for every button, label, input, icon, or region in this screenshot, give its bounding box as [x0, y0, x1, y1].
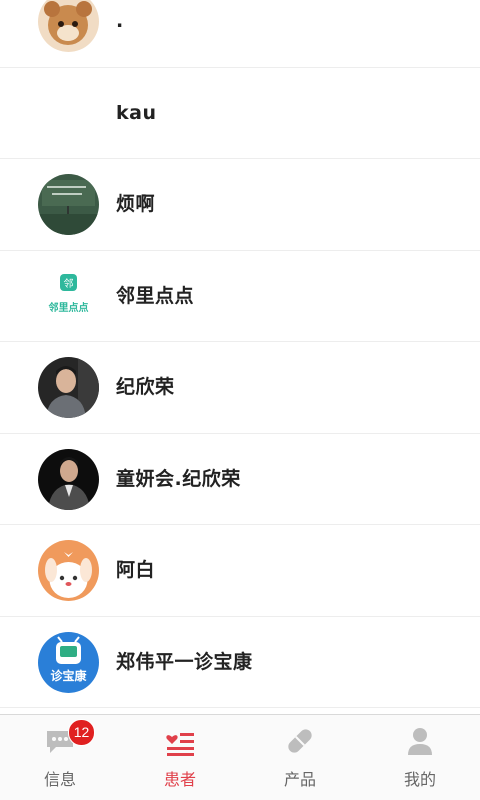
contact-name: 邻里点点 — [116, 284, 195, 307]
contact-name: 烦啊 — [116, 193, 156, 215]
patients-list-icon — [164, 725, 196, 757]
list-item[interactable]: 烦啊 — [0, 159, 480, 251]
zhenbaokang-logo-text: 诊宝康 — [50, 668, 87, 683]
linli-logo-avatar: 邻 邻里点点 — [38, 265, 99, 327]
tab-messages[interactable]: 12 信息 — [0, 715, 120, 800]
list-item[interactable]: 童妍会.纪欣荣 — [0, 434, 480, 525]
cat-avatar — [38, 0, 99, 52]
list-item[interactable]: 邻 邻里点点 邻里点点 — [0, 251, 480, 342]
contact-name: 阿白 — [116, 559, 156, 581]
chalkboard-avatar — [38, 174, 99, 235]
tab-products[interactable]: 产品 — [240, 715, 360, 800]
man-suit-avatar — [38, 448, 99, 510]
man-photo-avatar — [38, 357, 99, 418]
contact-name: 纪欣荣 — [116, 376, 175, 398]
linli-logo-text: 邻里点点 — [49, 301, 89, 314]
tab-patients[interactable]: 患者 — [120, 715, 240, 800]
cartoon-dog-avatar — [38, 540, 99, 601]
pill-icon — [284, 725, 316, 757]
tab-me[interactable]: 我的 — [360, 715, 480, 800]
patient-list: . kau 烦啊 邻 邻里点点 邻里点点 纪欣荣 童妍会.纪欣荣 阿白 诊宝康 … — [0, 0, 480, 708]
list-item[interactable]: 纪欣荣 — [0, 342, 480, 434]
tab-label: 患者 — [163, 770, 196, 789]
list-item[interactable]: kau — [0, 68, 480, 159]
list-item[interactable]: 阿白 — [0, 525, 480, 617]
zhenbaokang-logo-avatar: 诊宝康 — [38, 631, 99, 693]
patients-screen: . kau 烦啊 邻 邻里点点 邻里点点 纪欣荣 童妍会.纪欣荣 阿白 诊宝康 … — [0, 0, 480, 800]
svg-text:邻: 邻 — [64, 277, 74, 290]
list-item[interactable]: . — [0, 0, 480, 68]
tab-label: 产品 — [283, 770, 316, 789]
contact-name: . — [116, 10, 124, 32]
tab-label: 信息 — [43, 770, 76, 789]
unread-badge: 12 — [68, 719, 95, 746]
list-item[interactable]: 诊宝康 郑伟平一诊宝康 — [0, 617, 480, 708]
user-icon — [404, 725, 436, 757]
contact-name: 童妍会.纪欣荣 — [116, 467, 241, 490]
tab-label: 我的 — [403, 770, 436, 789]
contact-name: 郑伟平一诊宝康 — [116, 650, 253, 673]
contact-name: kau — [116, 101, 157, 124]
bottom-tab-bar: 12 信息 患者 产品 我的 — [0, 714, 480, 800]
